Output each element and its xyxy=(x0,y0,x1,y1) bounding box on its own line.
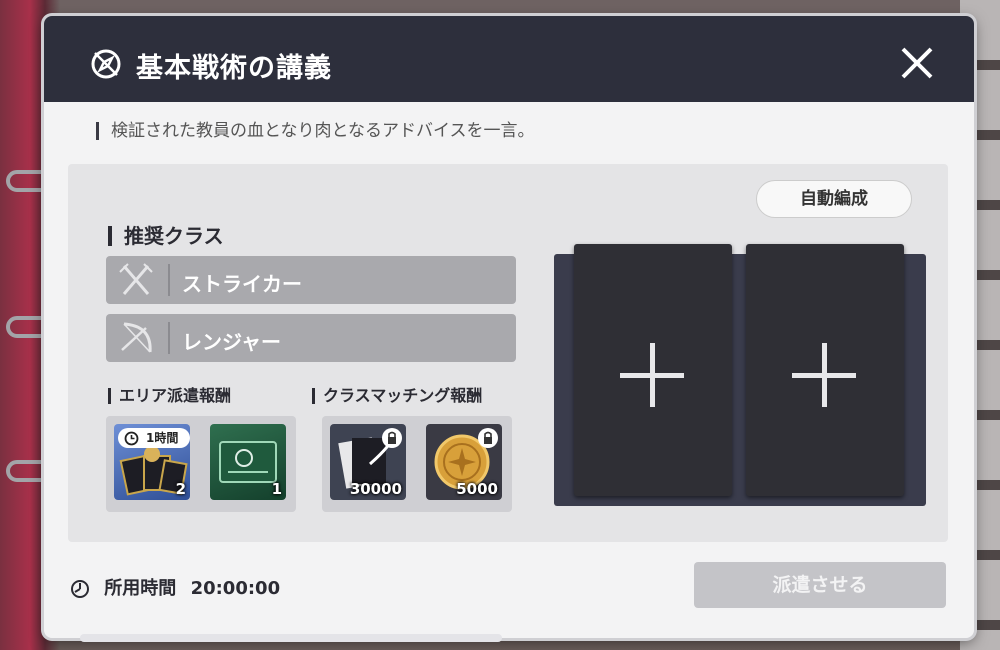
bow-icon xyxy=(121,322,152,353)
dispatch-button[interactable]: 派遣させる xyxy=(694,562,946,608)
class-separator xyxy=(168,264,170,296)
class-separator xyxy=(168,322,170,354)
documents-item[interactable]: 30000 xyxy=(330,424,406,500)
stopwatch-icon xyxy=(71,580,89,598)
item-count: 1 xyxy=(271,480,282,498)
close-icon[interactable] xyxy=(900,46,934,80)
panel-title: 基本戦術の講義 xyxy=(136,53,332,84)
panel-subtitle: 検証された教員の血となり肉となるアドバイスを一言。 xyxy=(96,122,534,140)
recommended-class-heading: 推奨クラス xyxy=(108,226,224,246)
dispatch-panel: 基本戦術の講義 検証された教員の血となり肉となるアドバイスを一言。 自動編成 推… xyxy=(44,16,974,638)
unit-slot-frame xyxy=(554,244,926,506)
unit-slot-1[interactable] xyxy=(574,244,732,496)
required-time-value: 20:00:00 xyxy=(190,578,281,599)
content-area: 自動編成 推奨クラス ストライカー レンジャー エリア派遣報酬 クラスマッチング… xyxy=(68,164,948,542)
panel-header: 基本戦術の講義 xyxy=(44,16,974,102)
item-count: 2 xyxy=(175,480,186,498)
gold-coin-item[interactable]: 5000 xyxy=(426,424,502,500)
clock-icon xyxy=(124,431,139,446)
area-reward-box: 1時間 2 1 xyxy=(106,416,296,512)
class-label: ストライカー xyxy=(182,272,302,296)
required-time-label: 所用時間 xyxy=(104,578,177,599)
class-label: レンジャー xyxy=(182,330,281,354)
unit-slot-2[interactable] xyxy=(746,244,904,496)
green-card-item[interactable]: 1 xyxy=(210,424,286,500)
compass-icon xyxy=(91,49,121,79)
area-reward-heading: エリア派遣報酬 xyxy=(108,388,231,404)
class-reward-heading: クラスマッチング報酬 xyxy=(312,388,482,404)
cards-item[interactable]: 1時間 2 xyxy=(114,424,190,500)
lock-icon xyxy=(382,428,402,448)
plus-icon xyxy=(650,343,655,407)
crossed-swords-icon xyxy=(119,263,153,295)
auto-form-button[interactable]: 自動編成 xyxy=(756,180,912,218)
class-row-striker: ストライカー xyxy=(106,256,516,304)
scrollbar[interactable] xyxy=(80,634,502,642)
item-count: 5000 xyxy=(456,480,498,498)
item-count: 30000 xyxy=(349,480,402,498)
required-time: 所用時間 20:00:00 xyxy=(70,574,280,600)
class-reward-box: 30000 5000 xyxy=(322,416,512,512)
lock-icon xyxy=(478,428,498,448)
class-row-ranger: レンジャー xyxy=(106,314,516,362)
plus-icon xyxy=(822,343,827,407)
